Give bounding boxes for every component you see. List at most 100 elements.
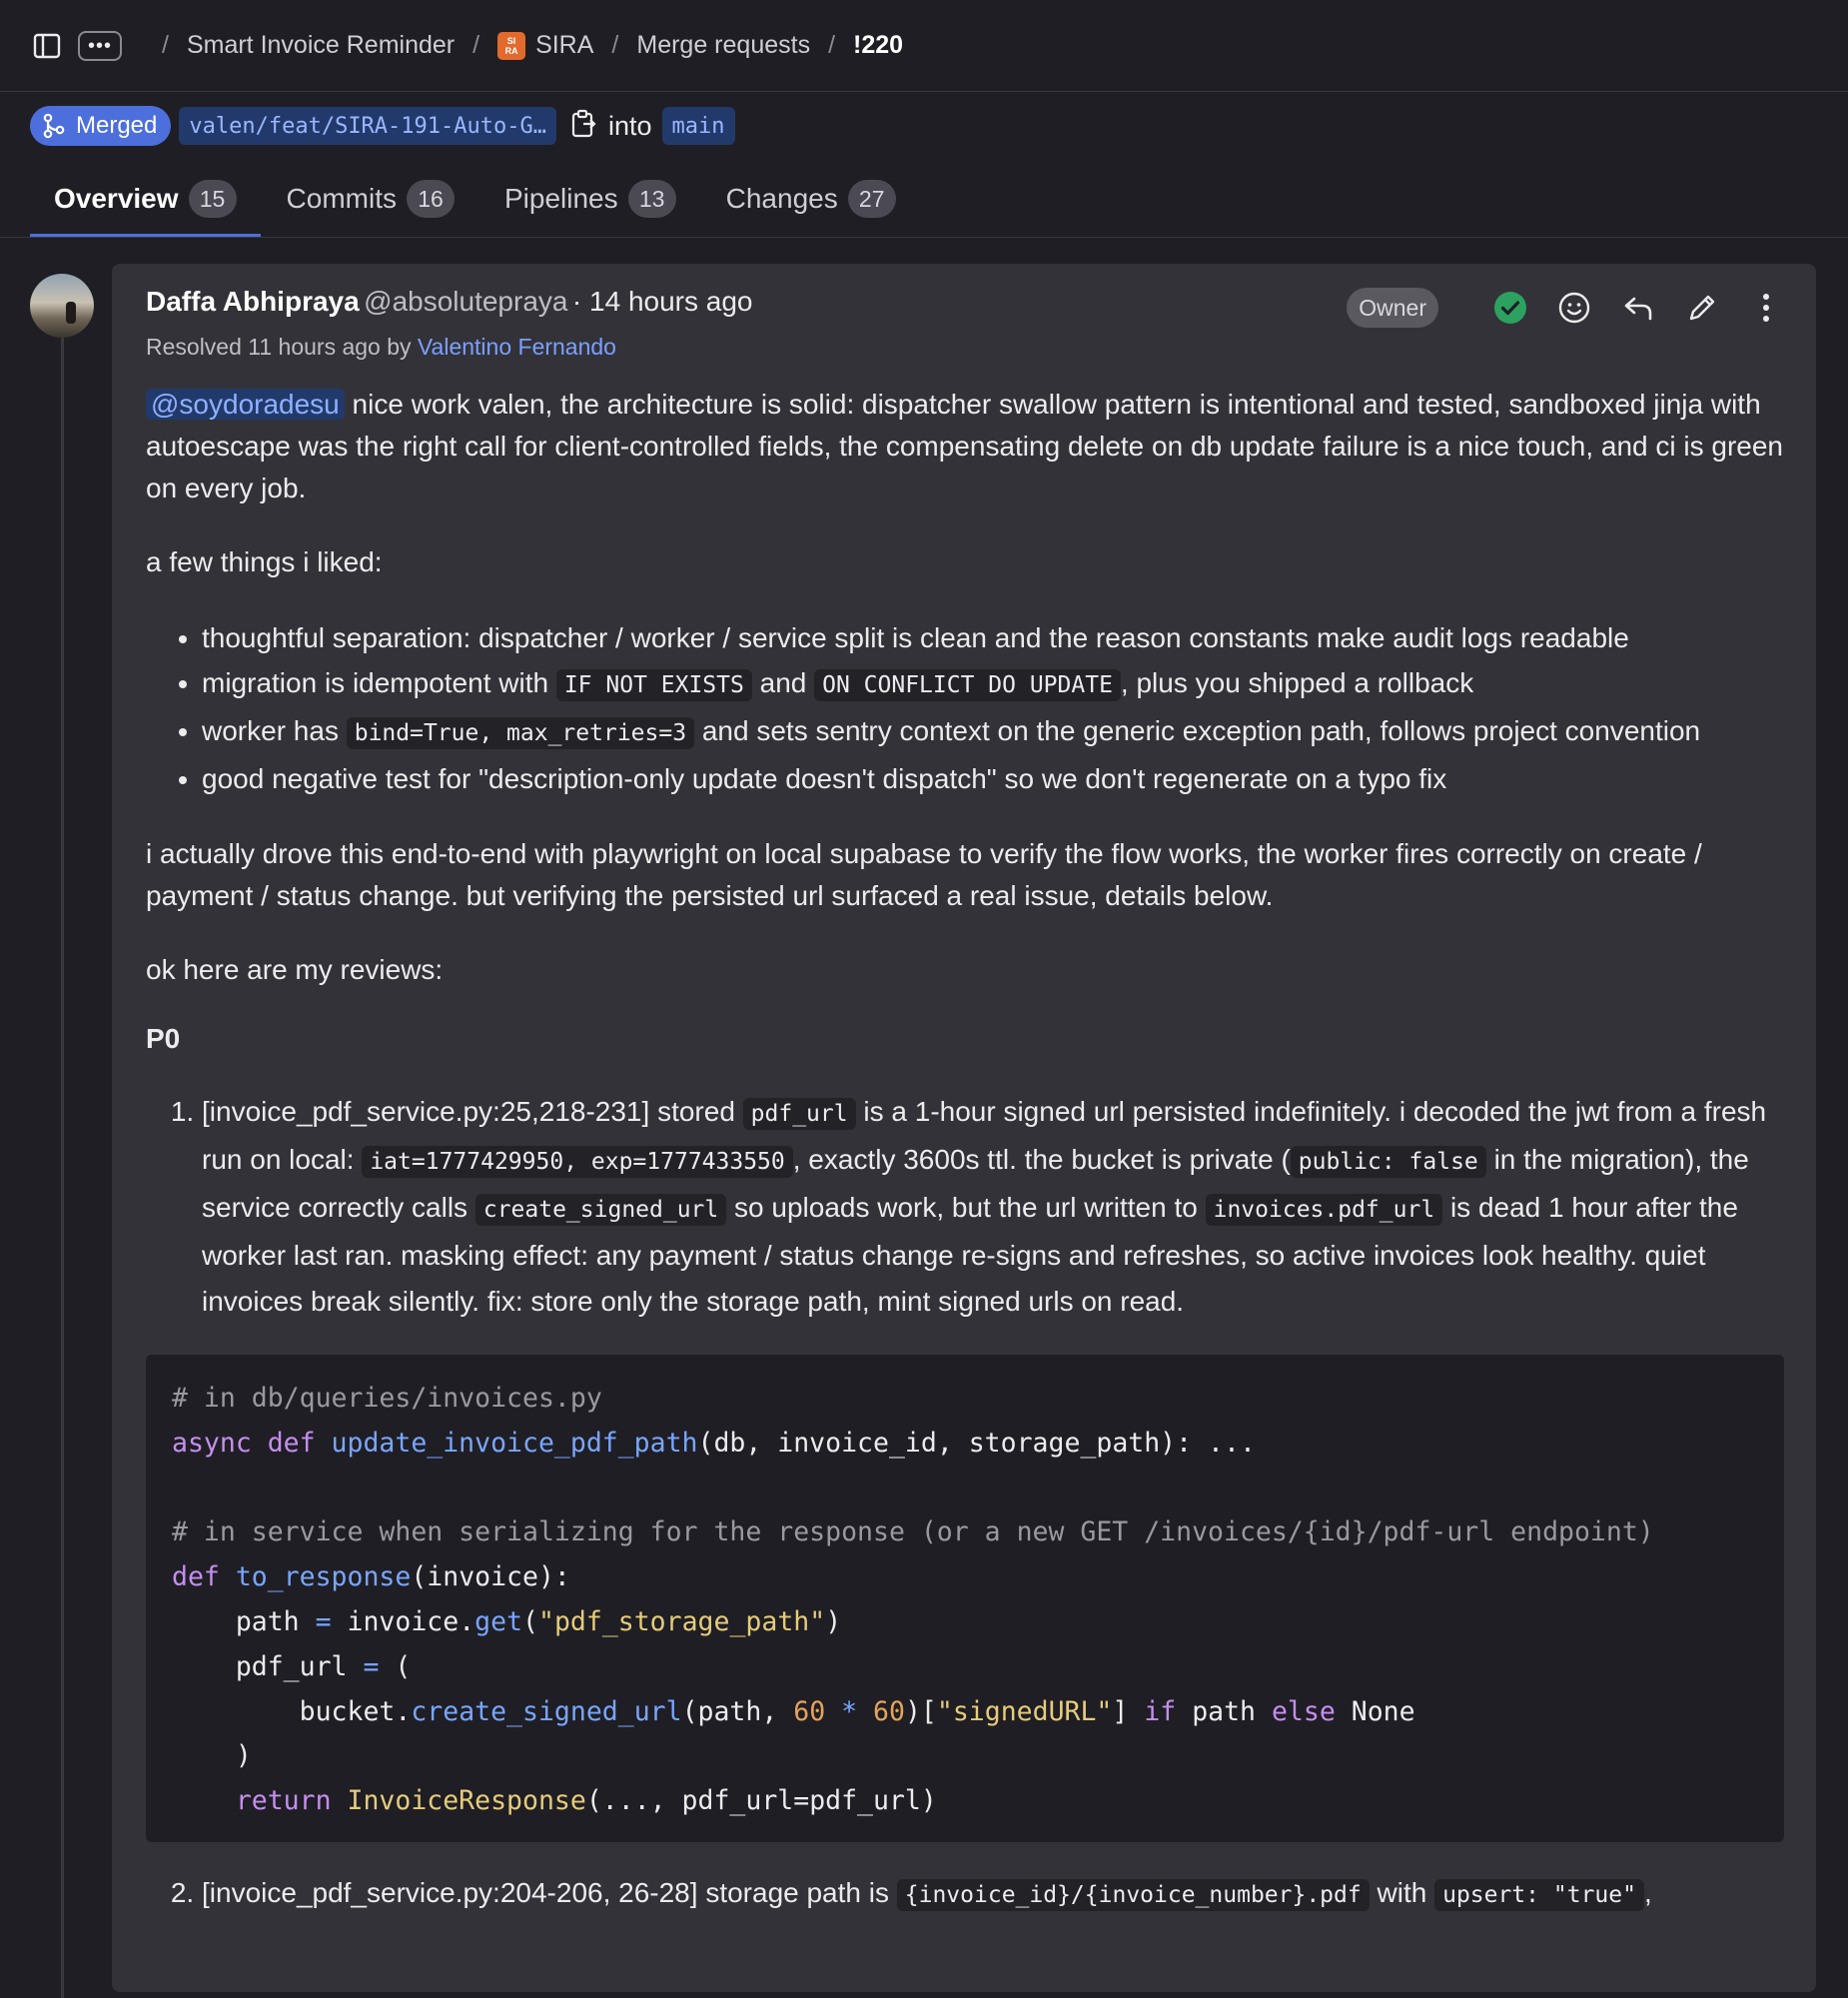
code-token: (db, invoice_id, storage_path): ... — [697, 1427, 1256, 1459]
top-bar: ••• / Smart Invoice Reminder / SI RA SIRA… — [0, 0, 1848, 92]
kebab-icon[interactable] — [1746, 288, 1786, 328]
code-token: pdf_url — [172, 1650, 364, 1682]
code-token: ( — [522, 1605, 538, 1637]
timeline-line — [61, 300, 64, 1998]
code-token: = — [363, 1650, 380, 1682]
intro-text: nice work valen, the architecture is sol… — [146, 389, 1783, 503]
check-circle-icon[interactable] — [1490, 288, 1530, 328]
list-item: migration is idempotent with IF NOT EXIS… — [202, 660, 1784, 708]
tab-label: Pipelines — [503, 183, 618, 214]
review-list: [invoice_pdf_service.py:204-206, 26-28] … — [146, 1870, 1784, 1918]
review-text: , exactly 3600s ttl. the bucket is priva… — [792, 1144, 1291, 1175]
tabs-divider — [0, 237, 1848, 238]
inline-code: pdf_url — [742, 1098, 856, 1130]
code-token: invoice. — [331, 1605, 475, 1637]
code-line: # in service when serializing for the re… — [172, 1516, 1654, 1548]
list-item-text: worker has — [202, 715, 339, 746]
tab-count: 16 — [406, 180, 455, 218]
comment-author[interactable]: Daffa Abhipraya — [146, 286, 360, 317]
code-token: 60 — [793, 1695, 826, 1727]
merge-icon — [43, 113, 65, 139]
breadcrumb-group[interactable]: SIRA — [535, 31, 593, 60]
review-item: [invoice_pdf_service.py:25,218-231] stor… — [202, 1089, 1784, 1325]
tab-label: Commits — [286, 183, 397, 214]
code-token: = — [315, 1605, 332, 1637]
inline-code: IF NOT EXISTS — [555, 669, 752, 701]
pencil-icon[interactable] — [1682, 288, 1722, 328]
comment-body: @soydoradesu nice work valen, the archit… — [146, 384, 1784, 1918]
review-text: , — [1643, 1876, 1652, 1908]
mr-tabs: Overview 15 Commits 16 Pipelines 13 Chan… — [30, 160, 1848, 238]
breadcrumb-separator: / — [162, 31, 169, 59]
status-badge: Merged — [30, 106, 172, 146]
code-token: update_invoice_pdf_path — [331, 1427, 698, 1459]
sira-logo-icon: SI RA — [497, 31, 526, 60]
list-item: thoughtful separation: dispatcher / work… — [202, 615, 1784, 660]
source-branch[interactable]: valen/feat/SIRA-191-Auto-G… — [179, 107, 556, 145]
ellipsis-icon[interactable]: ••• — [78, 30, 122, 61]
tab-commits[interactable]: Commits 16 — [263, 160, 478, 238]
list-item-text: good negative test for "description-only… — [202, 763, 1447, 794]
code-token: else — [1271, 1695, 1336, 1727]
comment-time[interactable]: · 14 hours ago — [572, 286, 753, 317]
comment-card: Daffa Abhipraya @absolutepraya · 14 hour… — [112, 264, 1816, 1992]
sidebar-toggle-icon[interactable] — [32, 31, 62, 61]
code-token: def — [172, 1561, 236, 1593]
code-token: None — [1335, 1695, 1415, 1727]
reply-icon[interactable] — [1618, 288, 1658, 328]
inline-code: ON CONFLICT DO UPDATE — [814, 669, 1121, 701]
breadcrumb-current[interactable]: !220 — [853, 31, 903, 60]
verification-paragraph: i actually drove this end-to-end with pl… — [146, 838, 1702, 911]
tab-overview[interactable]: Overview 15 — [30, 160, 261, 238]
breadcrumb-project[interactable]: Smart Invoice Reminder — [187, 31, 455, 60]
user-mention[interactable]: @soydoradesu — [146, 389, 345, 420]
list-item-text: migration is idempotent with — [202, 667, 549, 698]
resolved-prefix: Resolved 11 hours ago by — [146, 334, 412, 360]
review-list: [invoice_pdf_service.py:25,218-231] stor… — [146, 1089, 1784, 1325]
code-token: ( — [379, 1650, 412, 1682]
code-token: (invoice): — [411, 1561, 570, 1593]
code-line: ) — [172, 1740, 252, 1772]
breadcrumb-merge-requests[interactable]: Merge requests — [636, 31, 810, 60]
code-token: return — [172, 1785, 348, 1817]
code-token: path — [1176, 1695, 1272, 1727]
tab-label: Changes — [725, 183, 838, 214]
resolved-by-link[interactable]: Valentino Fernando — [418, 334, 616, 360]
code-token: * — [825, 1695, 874, 1727]
priority-heading: P0 — [146, 1023, 181, 1054]
tab-label: Overview — [54, 183, 179, 214]
list-item: good negative test for "description-only… — [202, 756, 1784, 801]
copy-icon[interactable] — [570, 109, 596, 144]
code-token: to_response — [235, 1561, 412, 1593]
code-line: # in db/queries/invoices.py — [172, 1383, 602, 1414]
review-text: [invoice_pdf_service.py:25,218-231] stor… — [202, 1096, 735, 1127]
code-token: 60 — [873, 1695, 905, 1727]
tab-changes[interactable]: Changes 27 — [702, 160, 920, 238]
reviews-intro: ok here are my reviews: — [146, 954, 444, 985]
list-item-text: and sets sentry context on the generic e… — [701, 715, 1701, 746]
list-item-text: , plus you shipped a rollback — [1120, 667, 1474, 698]
avatar[interactable] — [30, 274, 94, 338]
code-token: "signedURL" — [936, 1695, 1113, 1727]
breadcrumb-separator: / — [828, 31, 836, 59]
code-token: InvoiceResponse — [347, 1785, 586, 1817]
tab-pipelines[interactable]: Pipelines 13 — [480, 160, 700, 238]
list-item-text: and — [759, 667, 807, 698]
code-token: if — [1144, 1695, 1177, 1727]
emoji-icon[interactable] — [1554, 288, 1594, 328]
code-token: (path, — [681, 1695, 794, 1727]
breadcrumb-separator: / — [611, 31, 619, 59]
inline-code: invoices.pdf_url — [1205, 1194, 1443, 1226]
inline-code: iat=1777429950, exp=1777433550 — [362, 1146, 793, 1178]
target-branch[interactable]: main — [661, 107, 735, 145]
review-text: with — [1377, 1876, 1427, 1908]
liked-heading: a few things i liked: — [146, 546, 383, 577]
owner-badge: Owner — [1347, 288, 1438, 328]
inline-code: bind=True, max_retries=3 — [346, 717, 695, 749]
comment-actions: Owner — [1347, 286, 1786, 330]
review-text: so uploads work, but the url written to — [734, 1192, 1198, 1223]
comment-handle[interactable]: @absolutepraya — [364, 286, 567, 317]
breadcrumb-separator: / — [472, 31, 480, 59]
review-text: [invoice_pdf_service.py:204-206, 26-28] … — [202, 1876, 889, 1908]
review-item: [invoice_pdf_service.py:204-206, 26-28] … — [202, 1870, 1784, 1918]
